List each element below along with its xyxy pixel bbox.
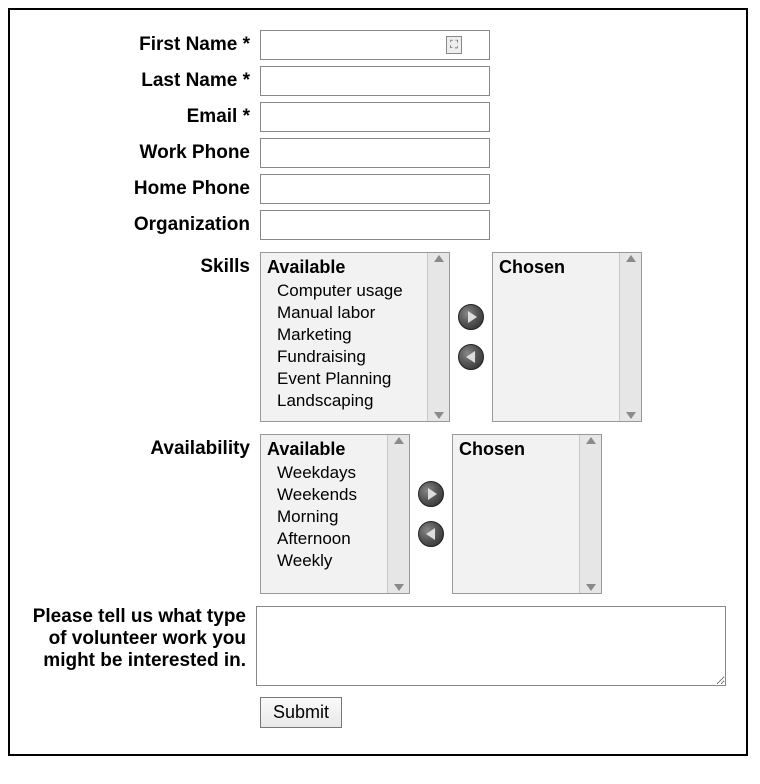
label-organization: Organization	[30, 210, 260, 236]
skills-picklists: Available Computer usage Manual labor Ma…	[260, 252, 726, 422]
label-last-name: Last Name *	[30, 66, 260, 92]
submit-button[interactable]: Submit	[260, 697, 342, 728]
scroll-up-icon	[394, 437, 404, 444]
list-item[interactable]: Computer usage	[267, 280, 423, 302]
scroll-up-icon	[626, 255, 636, 262]
arrow-right-icon	[428, 488, 437, 500]
arrow-left-icon	[466, 351, 475, 363]
row-comments: Please tell us what type of volunteer wo…	[30, 606, 726, 691]
scroll-up-icon	[586, 437, 596, 444]
availability-available-list[interactable]: Available Weekdays Weekends Morning Afte…	[260, 434, 410, 594]
volunteer-form: First Name * ⛶ Last Name * Email * Work …	[8, 8, 748, 756]
row-organization: Organization	[30, 210, 726, 240]
arrow-right-icon	[468, 311, 477, 323]
list-item[interactable]: Manual labor	[267, 302, 423, 324]
work-phone-input[interactable]	[260, 138, 490, 168]
list-item[interactable]: Landscaping	[267, 390, 423, 412]
scrollbar[interactable]	[387, 435, 409, 593]
label-work-phone: Work Phone	[30, 138, 260, 164]
availability-picklists: Available Weekdays Weekends Morning Afte…	[260, 434, 726, 594]
scroll-down-icon	[626, 412, 636, 419]
scrollbar[interactable]	[427, 253, 449, 421]
comments-textarea[interactable]	[256, 606, 726, 686]
label-first-name: First Name *	[30, 30, 260, 56]
availability-add-button[interactable]	[418, 481, 444, 507]
availability-available-header: Available	[267, 437, 383, 462]
row-work-phone: Work Phone	[30, 138, 726, 168]
autofill-icon: ⛶	[446, 36, 462, 54]
home-phone-input[interactable]	[260, 174, 490, 204]
label-availability: Availability	[30, 434, 260, 460]
skills-remove-button[interactable]	[458, 344, 484, 370]
row-email: Email *	[30, 102, 726, 132]
list-item[interactable]: Weekly	[267, 550, 383, 572]
list-item[interactable]: Event Planning	[267, 368, 423, 390]
skills-mover	[450, 304, 492, 370]
skills-available-list[interactable]: Available Computer usage Manual labor Ma…	[260, 252, 450, 422]
list-item[interactable]: Marketing	[267, 324, 423, 346]
email-input[interactable]	[260, 102, 490, 132]
scrollbar[interactable]	[579, 435, 601, 593]
list-item[interactable]: Afternoon	[267, 528, 383, 550]
label-email: Email *	[30, 102, 260, 128]
organization-input[interactable]	[260, 210, 490, 240]
skills-add-button[interactable]	[458, 304, 484, 330]
row-skills: Skills Available Computer usage Manual l…	[30, 252, 726, 422]
label-skills: Skills	[30, 252, 260, 278]
list-item[interactable]: Weekends	[267, 484, 383, 506]
list-item[interactable]: Fundraising	[267, 346, 423, 368]
arrow-left-icon	[426, 528, 435, 540]
scroll-down-icon	[394, 584, 404, 591]
row-availability: Availability Available Weekdays Weekends…	[30, 434, 726, 594]
availability-chosen-list[interactable]: Chosen	[452, 434, 602, 594]
row-first-name: First Name * ⛶	[30, 30, 726, 60]
availability-remove-button[interactable]	[418, 521, 444, 547]
row-last-name: Last Name *	[30, 66, 726, 96]
scroll-up-icon	[434, 255, 444, 262]
label-comments: Please tell us what type of volunteer wo…	[30, 606, 256, 672]
label-home-phone: Home Phone	[30, 174, 260, 200]
list-item[interactable]: Morning	[267, 506, 383, 528]
last-name-input[interactable]	[260, 66, 490, 96]
skills-chosen-list[interactable]: Chosen	[492, 252, 642, 422]
skills-available-header: Available	[267, 255, 423, 280]
scroll-down-icon	[434, 412, 444, 419]
availability-mover	[410, 481, 452, 547]
list-item[interactable]: Weekdays	[267, 462, 383, 484]
row-submit: Submit	[30, 697, 726, 728]
scroll-down-icon	[586, 584, 596, 591]
skills-chosen-header: Chosen	[499, 255, 615, 280]
row-home-phone: Home Phone	[30, 174, 726, 204]
availability-chosen-header: Chosen	[459, 437, 575, 462]
scrollbar[interactable]	[619, 253, 641, 421]
